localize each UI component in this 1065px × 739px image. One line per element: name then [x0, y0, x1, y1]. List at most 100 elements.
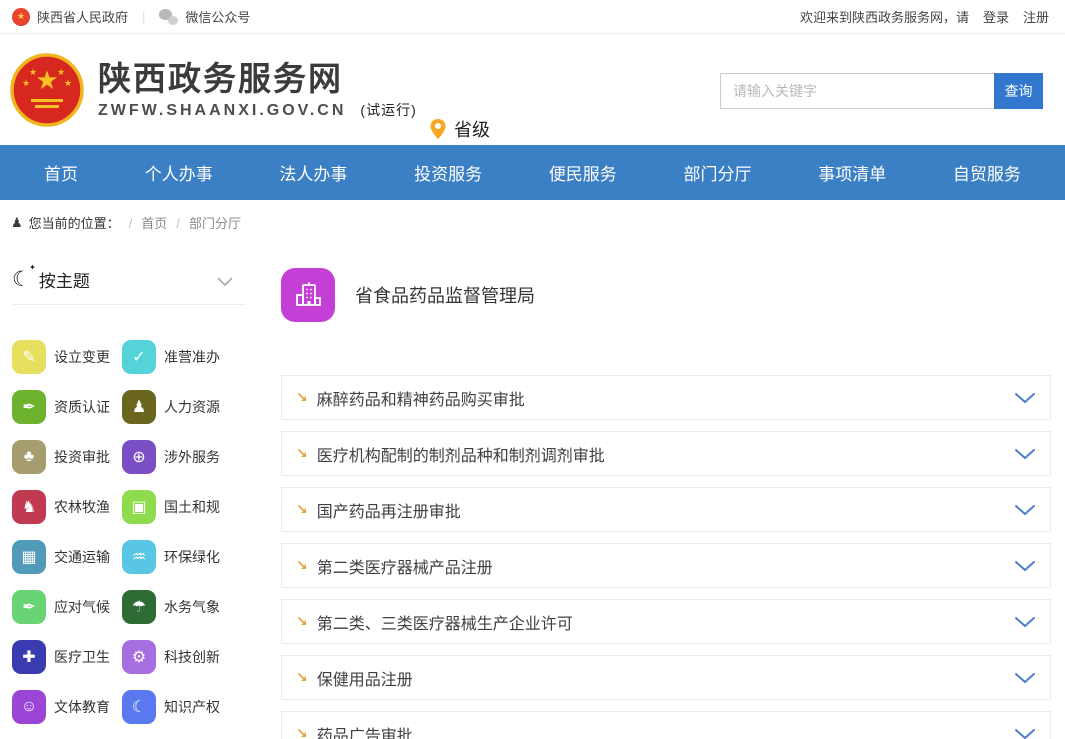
- site-header: ★ ★ ★ ★ ★ 陕西政务服务网 ZWFW.SHAANXI.GOV.CN (试…: [0, 34, 1065, 145]
- nav-item-3[interactable]: 法人办事: [279, 160, 347, 185]
- main-nav: 首页 个人办事 法人办事 投资服务 便民服务 部门分厅 事项清单 自贸服务: [0, 145, 1065, 200]
- sidebar-topic-item[interactable]: ♟ 人力资源: [122, 382, 232, 432]
- breadcrumb-item[interactable]: 首页: [141, 216, 167, 231]
- sidebar-topic-item[interactable]: ♒环保绿化: [122, 532, 232, 582]
- region-selector[interactable]: 省级: [430, 116, 490, 142]
- arrow-bullet-icon: ↘: [296, 669, 308, 686]
- person-pin-icon: ♟: [11, 215, 23, 231]
- nav-item-4[interactable]: 投资服务: [414, 160, 482, 185]
- breadcrumb-trail: /首页/部门分厅: [120, 213, 241, 232]
- sidebar-topic-item[interactable]: ☂水务气象: [122, 582, 232, 632]
- chevron-down-icon[interactable]: [217, 274, 233, 292]
- topic-label: 交通运输: [54, 547, 110, 567]
- sidebar-topic-item[interactable]: ⚙科技创新: [122, 632, 232, 682]
- trial-run-label: (试运行): [360, 100, 416, 120]
- sidebar-header[interactable]: ☾✦ 按主题: [12, 255, 245, 305]
- sidebar-topic-item[interactable]: ☾知识产权: [122, 682, 232, 732]
- sidebar-topic-item[interactable]: ♣投资审批: [12, 432, 122, 482]
- svg-text:★: ★: [22, 78, 30, 88]
- chevron-down-icon[interactable]: [1014, 616, 1036, 628]
- service-item-1[interactable]: ↘麻醉药品和精神药品购买审批: [281, 375, 1051, 420]
- svg-text:★: ★: [57, 67, 65, 77]
- service-item-2[interactable]: ↘医疗机构配制的制剂品种和制剂调剂审批: [281, 431, 1051, 476]
- wechat-icon: [159, 9, 178, 25]
- building-icon: ▦: [12, 540, 46, 574]
- chevron-down-icon[interactable]: [1014, 392, 1036, 404]
- topic-label: 涉外服务: [164, 447, 220, 467]
- chevron-down-icon[interactable]: [1014, 728, 1036, 739]
- arrow-bullet-icon: ↘: [296, 613, 308, 630]
- leaf-icon: ✒: [12, 590, 46, 624]
- globe-icon: ⊕: [122, 440, 156, 474]
- sidebar-topic-item[interactable]: ▦ 交通运输: [12, 532, 122, 582]
- sidebar-topic-item[interactable]: ⊕ 涉外服务: [122, 432, 232, 482]
- arrow-bullet-icon: ↘: [296, 501, 308, 518]
- main-panel: 省食品药品监督管理局 ↘麻醉药品和精神药品购买审批↘医疗机构配制的制剂品种和制剂…: [245, 245, 1065, 739]
- nav-item-7[interactable]: 事项清单: [818, 160, 886, 185]
- sidebar-topic-item[interactable]: ✓准营准办: [122, 332, 232, 382]
- moon-icon: ☾: [122, 690, 156, 724]
- register-link[interactable]: 注册: [1023, 7, 1049, 26]
- national-emblem-icon: ★: [12, 8, 30, 26]
- sidebar-topic-item[interactable]: ✒应对气候: [12, 582, 122, 632]
- sidebar-topic-item[interactable]: ✒资质认证: [12, 382, 122, 432]
- person-icon: ♟: [122, 390, 156, 424]
- site-title: 陕西政务服务网: [98, 60, 417, 98]
- sidebar-title: 按主题: [39, 267, 90, 292]
- wechat-link[interactable]: 微信公众号: [185, 7, 250, 26]
- topic-label: 国土和规: [164, 497, 220, 517]
- org-building-icon: [281, 268, 335, 322]
- topic-label: 资质认证: [54, 397, 110, 417]
- nav-item-2[interactable]: 个人办事: [145, 160, 213, 185]
- sidebar-topic-item[interactable]: ✎设立变更: [12, 332, 122, 382]
- region-label: 省级: [454, 116, 490, 142]
- search-input[interactable]: [720, 73, 994, 109]
- breadcrumb-item[interactable]: 部门分厅: [189, 216, 241, 231]
- people-icon: ☺: [12, 690, 46, 724]
- sidebar-topic-item[interactable]: ▣ 国土和规: [122, 482, 232, 532]
- nav-item-1[interactable]: 首页: [44, 160, 78, 185]
- chevron-down-icon[interactable]: [1014, 672, 1036, 684]
- service-label: 国产药品再注册审批: [317, 498, 461, 522]
- sidebar-topic-item[interactable]: [12, 732, 122, 739]
- topic-label: 投资审批: [54, 447, 110, 467]
- breadcrumb: ♟ 您当前的位置： /首页/部门分厅: [0, 200, 1065, 245]
- chevron-down-icon[interactable]: [1014, 504, 1036, 516]
- gov-portal-link[interactable]: 陕西省人民政府: [37, 7, 128, 26]
- service-label: 第二类医疗器械产品注册: [317, 554, 493, 578]
- nav-item-8[interactable]: 自贸服务: [953, 160, 1021, 185]
- svg-text:★: ★: [35, 65, 58, 95]
- topic-label: 环保绿化: [164, 547, 220, 567]
- welcome-text: 欢迎来到陕西政务服务网，请: [800, 7, 969, 26]
- service-item-3[interactable]: ↘ 国产药品再注册审批: [281, 487, 1051, 532]
- chevron-down-icon[interactable]: [1014, 560, 1036, 572]
- site-logo[interactable]: ★ ★ ★ ★ ★ 陕西政务服务网 ZWFW.SHAANXI.GOV.CN (试…: [10, 51, 417, 129]
- service-label: 药品广告审批: [317, 722, 413, 739]
- nav-item-5[interactable]: 便民服务: [549, 160, 617, 185]
- breadcrumb-prefix: 您当前的位置：: [29, 213, 120, 232]
- sidebar: ☾✦ 按主题 ✎设立变更✓准营准办✒资质认证♟人力资源♣投资审批⊕涉外服务♞农林…: [0, 245, 245, 739]
- sidebar-topic-item[interactable]: ✚医疗卫生: [12, 632, 122, 682]
- sidebar-topic-item[interactable]: [122, 732, 232, 739]
- search-box: 查询: [720, 73, 1043, 109]
- login-link[interactable]: 登录: [983, 7, 1009, 26]
- map-icon: ▣: [122, 490, 156, 524]
- chevron-down-icon[interactable]: [1014, 448, 1036, 460]
- site-domain: ZWFW.SHAANXI.GOV.CN: [98, 102, 346, 120]
- moon-stars-icon: ☾✦: [12, 267, 31, 292]
- topic-label: 水务气象: [164, 597, 220, 617]
- sidebar-topic-item[interactable]: ☺ 文体教育: [12, 682, 122, 732]
- service-item-7[interactable]: ↘药品广告审批: [281, 711, 1051, 739]
- topic-label: 医疗卫生: [54, 647, 110, 667]
- service-item-5[interactable]: ↘第二类、三类医疗器械生产企业许可: [281, 599, 1051, 644]
- service-item-4[interactable]: ↘第二类医疗器械产品注册: [281, 543, 1051, 588]
- topic-label: 文体教育: [54, 697, 110, 717]
- service-label: 麻醉药品和精神药品购买审批: [317, 386, 525, 410]
- sidebar-topic-item[interactable]: ♞农林牧渔: [12, 482, 122, 532]
- org-name: 省食品药品监督管理局: [355, 282, 535, 308]
- nav-item-6[interactable]: 部门分厅: [684, 160, 752, 185]
- search-button[interactable]: 查询: [994, 73, 1043, 109]
- topic-label: 人力资源: [164, 397, 220, 417]
- pen-icon: ✎: [12, 340, 46, 374]
- service-item-6[interactable]: ↘保健用品注册: [281, 655, 1051, 700]
